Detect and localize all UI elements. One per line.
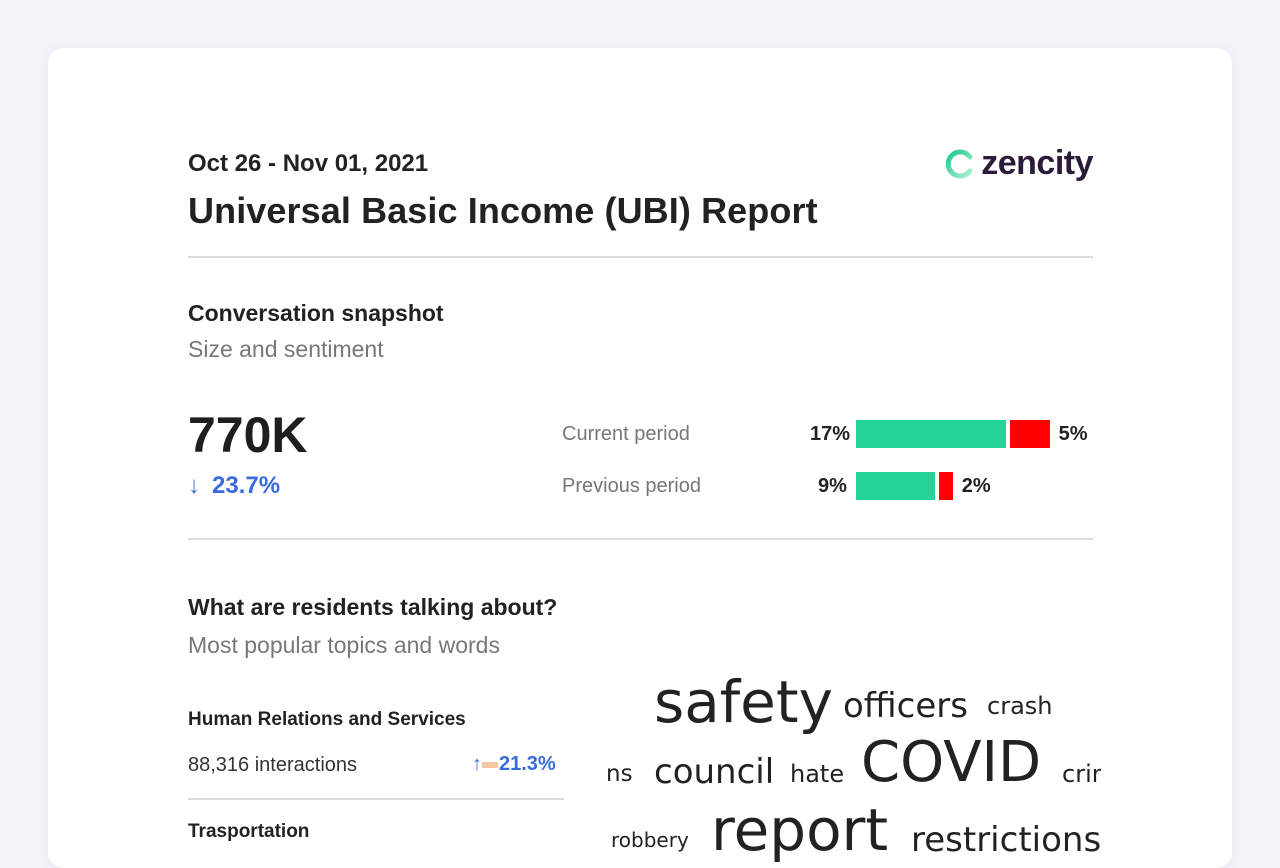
report-date-range: Oct 26 - Nov 01, 2021 (188, 150, 429, 177)
topic-change-value: 21.3% (499, 753, 556, 775)
cloud-word[interactable]: robbery (611, 828, 689, 852)
arrow-down-icon: ↓ (188, 472, 200, 499)
cloud-word[interactable]: report (711, 796, 888, 864)
cloud-word[interactable]: COVID (861, 730, 1041, 795)
snapshot-title: Conversation snapshot (188, 300, 444, 326)
logo-wordmark: zencity (981, 144, 1093, 182)
current-negative-bar (1009, 420, 1050, 448)
topics-subtitle: Most popular topics and words (188, 632, 500, 658)
zencity-logo: zencity (943, 144, 1093, 183)
current-positive-pct: 17% (810, 423, 851, 445)
topic-name-human-relations[interactable]: Human Relations and Services (188, 709, 466, 731)
header-divider (188, 256, 1093, 258)
conversation-change: ↓ 23.7% (188, 472, 280, 500)
topics-title: What are residents talking about? (188, 594, 558, 620)
topic-change-human-relations: ↑ 21.3% (472, 753, 556, 776)
cloud-word[interactable]: crash (987, 692, 1052, 720)
cloud-word[interactable]: safety (654, 668, 833, 736)
conversation-total: 770K (188, 407, 308, 463)
snapshot-divider (188, 538, 1093, 540)
cloud-word[interactable]: ns (606, 761, 633, 787)
previous-positive-bar (856, 472, 936, 500)
report-content: Oct 26 - Nov 01, 2021 Universal Basic In… (188, 48, 1101, 868)
zencity-logo-icon (946, 149, 973, 178)
cloud-word[interactable]: crim (1062, 760, 1101, 788)
current-positive-bar (856, 420, 1006, 448)
word-cloud: safety officers crash ns council hate CO… (606, 648, 1101, 868)
cloud-word[interactable]: hate (790, 760, 844, 788)
previous-negative-bar (939, 472, 953, 500)
previous-period-label: Previous period (562, 475, 701, 497)
previous-positive-pct: 9% (818, 475, 847, 497)
arrow-up-icon: ↑ (472, 753, 482, 775)
change-mini-bar (482, 761, 498, 768)
cloud-word[interactable]: officers (843, 686, 968, 726)
cloud-word[interactable]: council (654, 752, 774, 792)
conversation-change-value: 23.7% (212, 472, 281, 499)
report-title: Universal Basic Income (UBI) Report (188, 190, 818, 231)
topic-interactions-human-relations: 88,316 interactions (188, 754, 358, 776)
current-period-label: Current period (562, 423, 690, 445)
report-card: Oct 26 - Nov 01, 2021 Universal Basic In… (48, 48, 1232, 868)
current-negative-pct: 5% (1058, 423, 1088, 445)
previous-negative-pct: 2% (961, 475, 991, 497)
cloud-word[interactable]: restrictions (911, 820, 1101, 860)
topic-divider (188, 798, 564, 800)
topic-name-transportation[interactable]: Trasportation (188, 821, 309, 843)
snapshot-subtitle: Size and sentiment (188, 336, 384, 362)
